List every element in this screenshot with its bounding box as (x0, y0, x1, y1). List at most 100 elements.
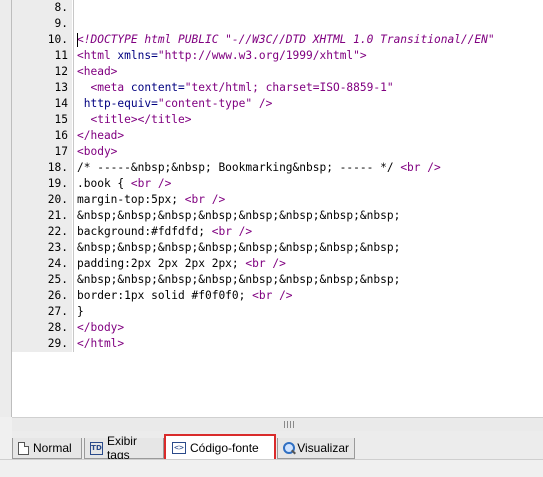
code-text: &nbsp;&nbsp;&nbsp;&nbsp;&nbsp;&nbsp;&nbs… (77, 272, 400, 288)
line-number: 28. (47, 321, 68, 334)
line-number: 24. (47, 257, 68, 270)
code-text: &nbsp;&nbsp;&nbsp;&nbsp;&nbsp;&nbsp;&nbs… (77, 208, 400, 224)
code-token: /> (252, 97, 273, 110)
code-line[interactable]: 13 <meta content="text/html; charset=ISO… (12, 80, 543, 96)
code-line[interactable]: 8. (12, 0, 543, 16)
code-token: /* -----&nbsp;&nbsp; Bookmarking&nbsp; -… (77, 161, 401, 174)
tab-label: Normal (33, 441, 72, 455)
code-line[interactable]: 22. background:#fdfdfd; <br /> (12, 224, 543, 240)
code-token: &nbsp;&nbsp;&nbsp;&nbsp;&nbsp;&nbsp;&nbs… (77, 273, 401, 286)
code-token: <head> (77, 65, 118, 78)
code-token: <br /> (245, 257, 286, 270)
code-token: <br /> (130, 177, 172, 190)
code-token: "http://www.w3.org/1999/xhtml" (157, 49, 360, 62)
code-token: <br /> (184, 193, 226, 206)
text-caret (77, 33, 78, 47)
code-line[interactable]: 15 <title></title> (12, 112, 543, 128)
line-number: 11 (54, 49, 68, 62)
code-line[interactable]: 17 <body> (12, 144, 543, 160)
code-line[interactable]: 11 <html xmlns="http://www.w3.org/1999/xh… (12, 48, 543, 64)
line-number: 26. (47, 289, 68, 302)
code-token: <body> (77, 145, 118, 158)
code-token: <!DOCTYPE html PUBLIC "-//W3C//DTD XHTML… (77, 33, 495, 46)
code-line[interactable]: 27.} (12, 304, 543, 320)
code-line[interactable]: 14 http-equiv="content-type" /> (12, 96, 543, 112)
code-text: <meta content="text/html; charset=ISO-88… (77, 80, 394, 96)
code-text: <html xmlns="http://www.w3.org/1999/xhtm… (77, 48, 367, 64)
code-token: <br /> (211, 225, 253, 238)
source-code-editor[interactable]: 8. 9. 10. <!DOCTYPE html PUBLIC "-//W3C//DT… (0, 0, 543, 417)
code-line[interactable]: 20. margin-top:5px; <br /> (12, 192, 543, 208)
code-text: } (77, 304, 84, 320)
code-token: <title></title> (77, 113, 192, 126)
td-icon: TD (90, 441, 103, 455)
code-text: http-equiv="content-type" /> (77, 96, 273, 112)
line-number: 13 (54, 81, 68, 94)
page-icon (18, 441, 29, 455)
code-token: <br /> (400, 161, 441, 174)
code-token: <br /> (252, 289, 293, 302)
line-number: 20. (47, 193, 68, 206)
code-text: /* -----&nbsp;&nbsp; Bookmarking&nbsp; -… (77, 160, 441, 176)
code-token: } (77, 305, 84, 318)
code-token: margin-top:5px; (77, 193, 185, 206)
left-frame-border (0, 0, 12, 417)
code-text: </html> (77, 336, 124, 352)
tab-visualizar[interactable]: Visualizar (277, 438, 355, 459)
code-lines: 8. 9. 10. <!DOCTYPE html PUBLIC "-//W3C//DT… (12, 0, 543, 352)
line-number: 12 (54, 65, 68, 78)
code-token: &nbsp;&nbsp;&nbsp;&nbsp;&nbsp;&nbsp;&nbs… (77, 209, 401, 222)
code-text: <body> (77, 144, 117, 160)
code-text: .book { <br /> (77, 176, 171, 192)
code-text: </head> (77, 128, 124, 144)
code-line[interactable]: 12 <head> (12, 64, 543, 80)
tab-label: Código-fonte (190, 440, 259, 455)
code-token: "text/html; charset=ISO-8859-1" (184, 81, 394, 94)
code-token: border:1px solid #f0f0f0; (77, 289, 253, 302)
code-token: </body> (77, 321, 125, 334)
code-line[interactable]: 29. </html> (12, 336, 543, 352)
code-line[interactable]: 25. &nbsp;&nbsp;&nbsp;&nbsp;&nbsp;&nbsp;&… (12, 272, 543, 288)
scrollbar-grip-icon[interactable] (284, 421, 294, 428)
code-text: border:1px solid #f0f0f0; <br /> (77, 288, 293, 304)
code-text: padding:2px 2px 2px 2px; <br /> (77, 256, 286, 272)
view-mode-tabbar: Normal TD Exibir tags <> Código-fonte Vi… (12, 431, 543, 462)
code-line[interactable]: 23. &nbsp;&nbsp;&nbsp;&nbsp;&nbsp;&nbsp;&… (12, 240, 543, 256)
code-text: <title></title> (77, 112, 192, 128)
code-line[interactable]: 16 </head> (12, 128, 543, 144)
code-line[interactable]: 18. /* -----&nbsp;&nbsp; Bookmarking&nbsp… (12, 160, 543, 176)
tab-codigo-fonte[interactable]: <> Código-fonte (164, 434, 276, 461)
code-line[interactable]: 21. &nbsp;&nbsp;&nbsp;&nbsp;&nbsp;&nbsp;&… (12, 208, 543, 224)
code-token: </html> (77, 337, 125, 350)
code-token: > (359, 49, 367, 62)
tab-label: Visualizar (297, 441, 349, 455)
code-token: background:#fdfdfd; (77, 225, 212, 238)
line-number: 8. (54, 1, 68, 14)
line-number: 25. (47, 273, 68, 286)
code-line[interactable]: 10. <!DOCTYPE html PUBLIC "-//W3C//DTD XH… (12, 32, 543, 48)
code-token: "content-type" (157, 97, 253, 110)
line-number: 10. (47, 33, 68, 46)
code-line[interactable]: 28. </body> (12, 320, 543, 336)
line-number: 14 (54, 97, 68, 110)
code-line[interactable]: 19. .book { <br /> (12, 176, 543, 192)
line-number: 17 (54, 145, 68, 158)
code-token: http-equiv= (77, 97, 158, 110)
horizontal-scrollbar[interactable] (12, 417, 543, 431)
code-text: background:#fdfdfd; <br /> (77, 224, 252, 240)
line-number: 16 (54, 129, 68, 142)
code-token: </head> (77, 129, 125, 142)
code-line[interactable]: 9. (12, 16, 543, 32)
tab-label: Exibir tags (106, 434, 137, 462)
code-token: &nbsp;&nbsp;&nbsp;&nbsp;&nbsp;&nbsp;&nbs… (77, 241, 401, 254)
code-text: &nbsp;&nbsp;&nbsp;&nbsp;&nbsp;&nbsp;&nbs… (77, 240, 400, 256)
line-number: 27. (47, 305, 68, 318)
line-number: 9. (54, 17, 68, 30)
code-token: padding:2px 2px 2px 2px; (77, 257, 246, 270)
code-line[interactable]: 24. padding:2px 2px 2px 2px; <br /> (12, 256, 543, 272)
code-token: <html (77, 49, 111, 62)
code-token: .book { (77, 177, 131, 190)
tab-exibir-tags[interactable]: TD Exibir tags (84, 434, 164, 462)
code-line[interactable]: 26. border:1px solid #f0f0f0; <br /> (12, 288, 543, 304)
tab-normal[interactable]: Normal (12, 438, 82, 459)
